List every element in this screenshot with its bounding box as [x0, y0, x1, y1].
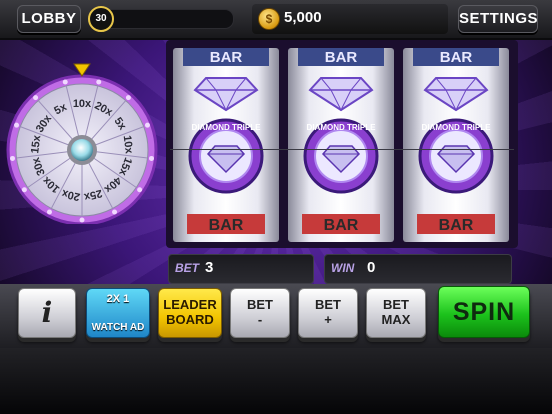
- wheel-peg: [21, 187, 27, 193]
- wheel-segment-label: 10x: [73, 98, 92, 110]
- bet-max-label-line2: MAX: [381, 312, 411, 327]
- info-icon: i: [41, 296, 53, 329]
- slot-screen: LOBBY 30 $ 5,000 SETTINGS 10x 20x 5x 10x 15x…: [0, 0, 552, 414]
- wheel-segment-label: 15x: [29, 134, 43, 155]
- watch-ad-label: WATCH AD: [91, 322, 145, 333]
- diamond-icon: [423, 77, 489, 112]
- bet-minus-label-line1: BET: [247, 297, 273, 312]
- reel-top-text: BAR: [210, 49, 243, 66]
- wheel-segment-label: 10x: [121, 135, 135, 156]
- level-badge: 30: [88, 6, 114, 32]
- diamond-triple-text: DIAMOND TRIPLE: [307, 123, 377, 132]
- reel-symbols: BAR DIAMOND TRIPLE BAR: [183, 48, 269, 234]
- wheel-peg: [46, 209, 52, 215]
- control-panel-base: [0, 348, 552, 414]
- bet-minus-button[interactable]: BET -: [230, 288, 290, 338]
- win-display: WIN 0: [324, 254, 512, 284]
- bet-plus-button[interactable]: BET +: [298, 288, 358, 338]
- bonus-wheel[interactable]: 10x 20x5x10x15x40x25x20x10x30x15x30x5x: [4, 60, 160, 224]
- level-progress-bar: [96, 9, 234, 29]
- reel-bottom-text: BAR: [209, 217, 244, 234]
- wheel-peg: [33, 95, 39, 101]
- wheel-peg: [125, 95, 131, 101]
- reel-3: BAR DIAMOND TRIPLE BAR: [403, 48, 509, 242]
- wheel-hub-gem: [71, 139, 93, 161]
- payline: [170, 149, 514, 150]
- settings-button[interactable]: SETTINGS: [458, 5, 538, 33]
- coin-balance: 5,000: [284, 9, 322, 26]
- bet-max-label-line1: BET: [383, 297, 409, 312]
- wheel-peg: [62, 79, 68, 85]
- bet-minus-label-line2: -: [257, 312, 263, 327]
- watch-ad-button[interactable]: 2X 1 WATCH AD: [86, 288, 150, 338]
- reel-bottom-text: BAR: [324, 217, 359, 234]
- lobby-button[interactable]: LOBBY: [17, 5, 81, 33]
- win-label: WIN: [331, 261, 355, 275]
- bet-max-button[interactable]: BET MAX: [366, 288, 426, 338]
- wheel-peg: [14, 122, 20, 128]
- watch-ad-multiplier: 2X 1: [106, 293, 130, 305]
- wheel-peg: [10, 155, 16, 161]
- bet-value: 3: [205, 259, 214, 276]
- diamond-icon: [308, 77, 374, 112]
- diamond-icon: [193, 77, 259, 112]
- wheel-peg: [79, 217, 85, 223]
- reel-top-text: BAR: [325, 49, 358, 66]
- wheel-peg: [96, 79, 102, 85]
- leaderboard-button[interactable]: LEADER BOARD: [158, 288, 222, 338]
- spin-button[interactable]: SPIN: [438, 286, 530, 338]
- reel-symbols: BAR DIAMOND TRIPLE BAR: [413, 48, 499, 234]
- coin-balance-panel: [252, 4, 448, 34]
- wheel-peg: [137, 187, 143, 193]
- reel-1: BAR DIAMOND TRIPLE BAR: [173, 48, 279, 242]
- bet-label: BET: [175, 261, 199, 275]
- coin-icon: $: [258, 8, 280, 30]
- wheel-peg: [148, 155, 154, 161]
- reel-symbols: BAR DIAMOND TRIPLE BAR: [298, 48, 384, 234]
- diamond-triple-text: DIAMOND TRIPLE: [422, 123, 492, 132]
- diamond-triple-text: DIAMOND TRIPLE: [192, 123, 262, 132]
- bet-plus-label-line1: BET: [315, 297, 341, 312]
- leaderboard-label-line1: LEADER: [163, 297, 217, 312]
- bet-plus-label-line2: +: [324, 312, 332, 327]
- wheel-peg: [112, 209, 118, 215]
- wheel-pointer-icon: [73, 63, 91, 77]
- reel-2: BAR DIAMOND TRIPLE BAR: [288, 48, 394, 242]
- bet-display: BET 3: [168, 254, 314, 284]
- reel-top-text: BAR: [440, 49, 473, 66]
- slot-machine: BAR DIAMOND TRIPLE BAR BAR DIAMOND TRIPL…: [166, 40, 518, 248]
- reel-bottom-text: BAR: [439, 217, 474, 234]
- win-value: 0: [367, 259, 376, 276]
- leaderboard-label-line2: BOARD: [166, 312, 214, 327]
- wheel-peg: [144, 122, 150, 128]
- info-button[interactable]: i: [18, 288, 76, 338]
